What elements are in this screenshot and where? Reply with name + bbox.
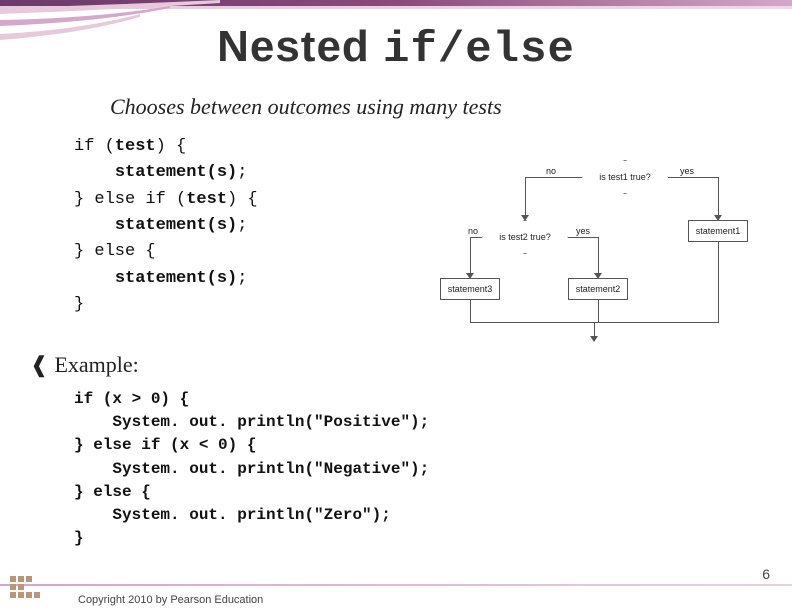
ct-l1b: test <box>115 137 156 156</box>
ct-l6b: statement(s) <box>115 269 237 288</box>
fc-statement2: statement2 <box>568 278 628 300</box>
slide-title: Nested if/else <box>0 22 792 75</box>
ct-l3c: ) { <box>227 190 258 209</box>
ct-l4a <box>74 216 115 235</box>
example-label: ❰Example: <box>30 352 139 378</box>
footer-line <box>0 584 792 586</box>
footer-logo <box>10 576 60 604</box>
title-text2: if/else <box>383 25 575 75</box>
flowchart: is test1 true? no yes is test2 true? no … <box>480 160 770 348</box>
ct-l2a <box>74 163 115 182</box>
code-template-block: if (test) { statement(s); } else if (tes… <box>74 134 258 318</box>
ct-l1a: if ( <box>74 137 115 156</box>
ct-l7: } <box>74 295 84 314</box>
ct-l6a <box>74 269 115 288</box>
fc-no-1: no <box>546 166 556 176</box>
ct-l2b: statement(s) <box>115 163 237 182</box>
ct-l2c: ; <box>237 163 247 182</box>
fc-statement1: statement1 <box>688 220 748 242</box>
bullet-icon: ❰ <box>30 352 48 377</box>
fc-diamond-test2: is test2 true? <box>482 220 568 254</box>
title-text1: Nested <box>217 22 383 71</box>
ct-l3b: test <box>186 190 227 209</box>
subtitle: Chooses between outcomes using many test… <box>110 94 502 120</box>
ct-l5: } else { <box>74 242 156 261</box>
ct-l1c: ) { <box>156 137 187 156</box>
ct-l6c: ; <box>237 269 247 288</box>
fc-diamond-test1: is test1 true? <box>582 160 668 194</box>
copyright: Copyright 2010 by Pearson Education <box>78 594 263 606</box>
page-number: 6 <box>762 566 770 582</box>
example-label-text: Example: <box>54 352 138 377</box>
ct-l3a: } else if ( <box>74 190 186 209</box>
example-code-block: if (x > 0) { System. out. println("Posit… <box>74 388 429 550</box>
fc-s2-text: statement2 <box>576 284 621 294</box>
fc-yes-1: yes <box>680 166 694 176</box>
fc-d2-text: is test2 true? <box>499 232 551 242</box>
fc-statement3: statement3 <box>440 278 500 300</box>
fc-s3-text: statement3 <box>448 284 493 294</box>
ct-l4c: ; <box>237 216 247 235</box>
fc-yes-2: yes <box>576 226 590 236</box>
fc-d1-text: is test1 true? <box>599 172 651 182</box>
fc-no-2: no <box>468 226 478 236</box>
ct-l4b: statement(s) <box>115 216 237 235</box>
fc-s1-text: statement1 <box>696 226 741 236</box>
